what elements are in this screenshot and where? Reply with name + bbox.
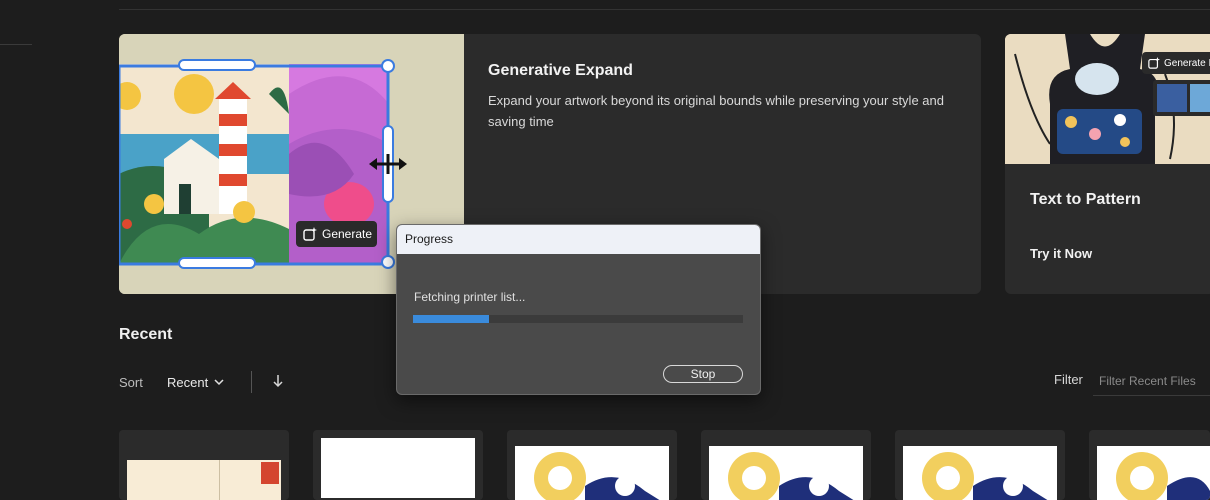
progress-status-text: Fetching printer list... <box>414 290 526 304</box>
sort-dropdown[interactable]: Recent <box>167 375 224 390</box>
sort-direction-icon[interactable] <box>270 372 286 390</box>
generate-icon <box>303 227 317 241</box>
sort-divider <box>251 371 252 393</box>
chevron-down-icon <box>214 379 224 386</box>
sort-label: Sort <box>119 375 143 390</box>
generate-button[interactable]: Generate <box>296 221 377 247</box>
recent-file-thumbnail[interactable] <box>701 430 871 500</box>
dialog-titlebar[interactable]: Progress <box>397 225 760 254</box>
recent-file-thumbnail[interactable] <box>507 430 677 500</box>
recent-file-thumbnail[interactable] <box>313 430 483 500</box>
generate-icon <box>1148 57 1160 69</box>
generate-button-label: Generate <box>322 227 373 241</box>
text-to-pattern-card[interactable]: Generate I Text to Pattern Try it Now <box>1005 34 1210 294</box>
recent-file-thumbnail[interactable] <box>119 430 289 500</box>
stop-button[interactable]: Stop <box>663 365 743 383</box>
filter-label: Filter <box>1054 372 1083 387</box>
text-to-pattern-title: Text to Pattern <box>1030 191 1141 208</box>
dialog-title: Progress <box>405 232 454 246</box>
progress-bar-fill <box>413 315 489 323</box>
generative-expand-title: Generative Expand <box>488 62 633 79</box>
recent-file-thumbnail[interactable] <box>895 430 1065 500</box>
text-to-pattern-artwork: Generate I <box>1005 34 1210 164</box>
generative-expand-description: Expand your artwork beyond its original … <box>488 93 944 129</box>
top-divider <box>119 9 1210 10</box>
recent-file-thumbnail[interactable] <box>1089 430 1210 500</box>
sidebar-divider <box>0 44 32 45</box>
recent-heading: Recent <box>119 326 173 343</box>
filter-recent-input[interactable] <box>1093 366 1210 396</box>
generate-button-partial[interactable]: Generate I <box>1142 52 1210 74</box>
progress-dialog: Progress Fetching printer list... Stop <box>396 224 761 395</box>
try-it-now-link[interactable]: Try it Now <box>1030 246 1092 261</box>
sort-dropdown-value: Recent <box>167 375 209 390</box>
generate-button-partial-label: Generate I <box>1164 57 1210 69</box>
progress-bar <box>413 315 743 323</box>
